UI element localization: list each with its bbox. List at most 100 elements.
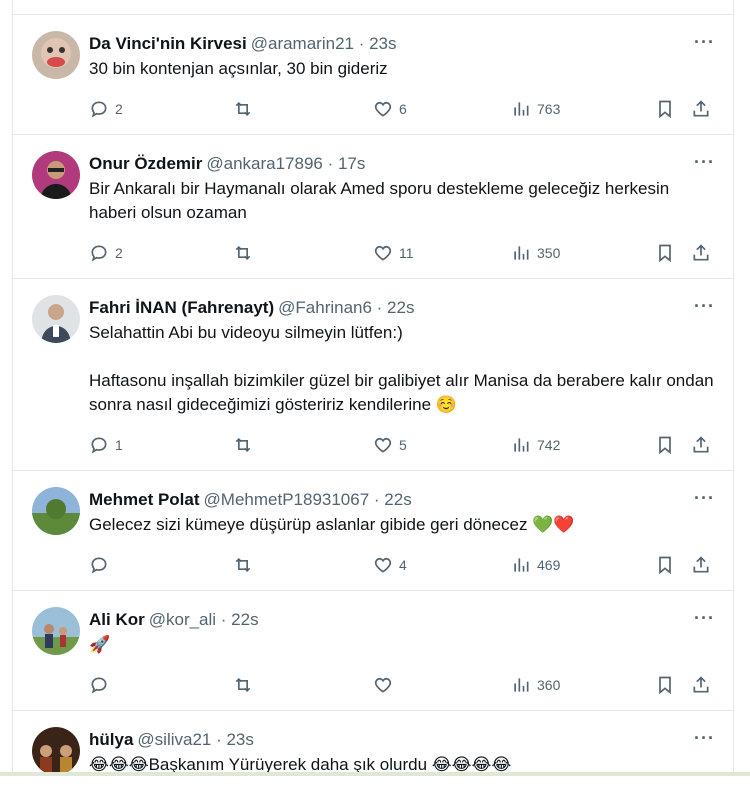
handle-time[interactable]: @siliva21 · 23s	[137, 730, 253, 749]
share-button[interactable]	[691, 99, 711, 119]
bookmark-icon	[659, 676, 671, 695]
tweet-actions: 1 5 742	[89, 425, 719, 465]
bookmark-button[interactable]	[655, 243, 675, 263]
like-button[interactable]	[373, 675, 399, 695]
display-name[interactable]: Fahri İNAN (Fahrenayt)	[89, 298, 274, 317]
heart-icon	[374, 677, 392, 693]
tweet-actions: 2 11 350	[89, 233, 719, 273]
like-count: 5	[399, 437, 407, 453]
avatar[interactable]	[32, 151, 80, 199]
reply-icon	[91, 101, 107, 118]
views-button[interactable]: 469	[511, 555, 560, 575]
handle-time[interactable]: @aramarin21 · 23s	[251, 34, 397, 53]
avatar[interactable]	[32, 487, 80, 535]
tweet[interactable]: hülya @siliva21 · 23s ··· 😂😂😂Başkanım Yür…	[13, 711, 733, 791]
tweet[interactable]: Da Vinci'nin Kirvesi @aramarin21 · 23s ··…	[13, 15, 733, 135]
share-button[interactable]	[691, 675, 711, 695]
reply-count: 1	[115, 437, 123, 453]
handle-time[interactable]: @Fahrinan6 · 22s	[278, 298, 414, 317]
share-button[interactable]	[691, 243, 711, 263]
reply-icon	[91, 677, 107, 694]
retweet-button[interactable]	[233, 435, 259, 455]
avatar[interactable]	[32, 31, 80, 79]
like-count: 6	[399, 101, 407, 117]
reply-button[interactable]: 2	[89, 99, 123, 119]
share-icon	[693, 676, 709, 693]
more-options-icon[interactable]: ···	[694, 488, 715, 509]
share-icon	[693, 244, 709, 261]
reply-button[interactable]	[89, 675, 115, 695]
bookmark-button[interactable]	[655, 435, 675, 455]
tweet-text: 30 bin kontenjan açsınlar, 30 bin gideri…	[89, 59, 388, 78]
reply-button[interactable]: 1	[89, 435, 123, 455]
bookmark-button[interactable]	[655, 675, 675, 695]
retweet-button[interactable]	[233, 555, 259, 575]
views-icon	[514, 438, 529, 452]
display-name[interactable]: Ali Kor	[89, 610, 145, 629]
like-button[interactable]: 4	[373, 555, 407, 575]
more-options-icon[interactable]: ···	[694, 296, 715, 317]
bookmark-icon	[659, 244, 671, 263]
views-icon	[514, 678, 529, 692]
retweet-icon	[235, 557, 251, 573]
bookmark-button[interactable]	[655, 555, 675, 575]
avatar[interactable]	[32, 607, 80, 655]
retweet-button[interactable]	[233, 99, 259, 119]
views-icon	[514, 102, 529, 116]
share-icon	[693, 436, 709, 453]
share-button[interactable]	[691, 555, 711, 575]
like-button[interactable]: 11	[373, 243, 414, 263]
avatar[interactable]	[32, 727, 80, 775]
more-options-icon[interactable]: ···	[694, 152, 715, 173]
retweet-button[interactable]	[233, 243, 259, 263]
like-button[interactable]: 6	[373, 99, 407, 119]
share-button[interactable]	[691, 435, 711, 455]
like-count: 11	[399, 245, 414, 261]
handle-time[interactable]: @kor_ali · 22s	[149, 610, 259, 629]
like-button[interactable]: 5	[373, 435, 407, 455]
retweet-button[interactable]	[233, 675, 259, 695]
views-button[interactable]: 742	[511, 435, 560, 455]
bookmark-button[interactable]	[655, 99, 675, 119]
reply-icon	[91, 245, 107, 262]
avatar[interactable]	[32, 295, 80, 343]
display-name[interactable]: Onur Özdemir	[89, 154, 202, 173]
views-count: 742	[537, 437, 561, 453]
heart-icon	[374, 101, 392, 117]
views-button[interactable]: 350	[511, 243, 560, 263]
views-icon	[514, 246, 529, 260]
reply-count: 2	[115, 245, 123, 261]
more-options-icon[interactable]: ···	[694, 32, 715, 53]
tweet-actions: 360	[89, 665, 719, 705]
handle-time[interactable]: @MehmetP18931067 · 22s	[204, 490, 412, 509]
tweet[interactable]: Ali Kor @kor_ali · 22s ··· 🚀 360	[13, 591, 733, 711]
more-options-icon[interactable]: ···	[694, 728, 715, 749]
heart-icon	[374, 245, 392, 261]
tweet[interactable]: Mehmet Polat @MehmetP18931067 · 22s ··· G…	[13, 471, 733, 591]
tweet-text: Gelecez sizi kümeye düşürüp aslanlar gib…	[89, 515, 575, 534]
reply-button[interactable]: 2	[89, 243, 123, 263]
retweet-icon	[235, 245, 251, 261]
tweet-text: Selahattin Abi bu videoyu silmeyin lütfe…	[89, 323, 714, 414]
display-name[interactable]: hülya	[89, 730, 133, 749]
views-button[interactable]: 763	[511, 99, 560, 119]
reply-count: 2	[115, 101, 123, 117]
like-count: 4	[399, 557, 407, 573]
reply-button[interactable]	[89, 555, 115, 575]
views-count: 763	[537, 101, 561, 117]
views-button[interactable]: 360	[511, 675, 560, 695]
display-name[interactable]: Da Vinci'nin Kirvesi	[89, 34, 247, 53]
views-count: 360	[537, 677, 561, 693]
tweet[interactable]: Onur Özdemir @ankara17896 · 17s ··· Bir A…	[13, 135, 733, 279]
tweet-text: 🚀	[89, 635, 111, 654]
views-count: 469	[537, 557, 561, 573]
share-icon	[693, 100, 709, 117]
bookmark-icon	[659, 556, 671, 575]
tweet[interactable]: Fahri İNAN (Fahrenayt) @Fahrinan6 · 22s ·…	[13, 279, 733, 471]
more-options-icon[interactable]: ···	[694, 608, 715, 629]
display-name[interactable]: Mehmet Polat	[89, 490, 200, 509]
timeline: Da Vinci'nin Kirvesi @aramarin21 · 23s ··…	[12, 0, 734, 776]
handle-time[interactable]: @ankara17896 · 17s	[206, 154, 365, 173]
reply-icon	[91, 557, 107, 574]
tweet-text: Bir Ankaralı bir Haymanalı olarak Amed s…	[89, 179, 674, 222]
